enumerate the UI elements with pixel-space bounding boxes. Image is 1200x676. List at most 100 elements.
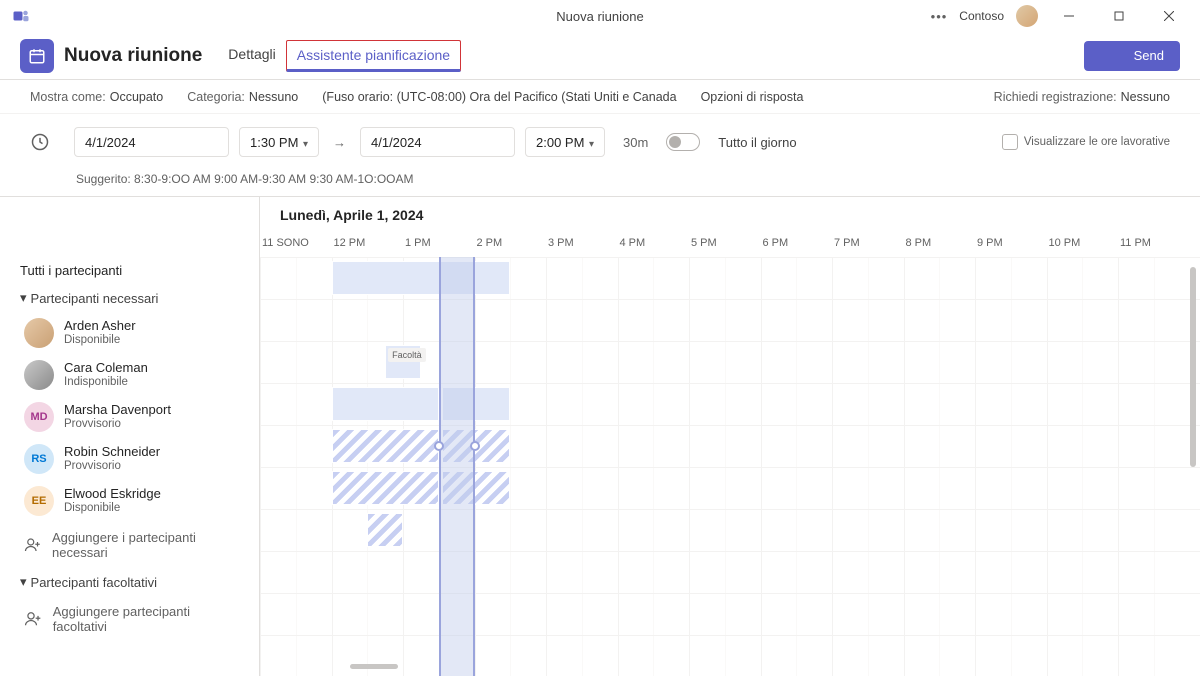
avatar [24,318,54,348]
hour-label: 3 PM [546,237,618,257]
maximize-button[interactable] [1100,2,1138,30]
tab-scheduling-assistant[interactable]: Assistente pianificazione [286,40,461,72]
attendee-info: Elwood Eskridge Disponibile [64,486,161,515]
add-person-icon [24,535,42,555]
timezone-option[interactable]: (Fuso orario: (UTC-08:00) Ora del Pacifi… [322,90,676,104]
send-button[interactable]: Send [1084,41,1180,71]
arrow-right-icon: → [333,135,346,150]
titlebar: Nuova riunione ••• Contoso [0,0,1200,32]
attendee-status: Disponibile [64,334,136,348]
avatar: RS [24,444,54,474]
hour-label: 5 PM [689,237,761,257]
hour-label: 4 PM [618,237,690,257]
category-option[interactable]: Categoria: Nessuno [187,90,298,104]
attendee-status: Provvisorio [64,418,171,432]
attendee-name: Elwood Eskridge [64,486,161,502]
add-optional-attendee[interactable]: Aggiungere partecipanti facoltativi [0,596,259,642]
busy-block: Facoltà [385,345,421,379]
attendee-name: Arden Asher [64,318,136,334]
hour-label: 11 SONO [260,237,332,257]
avatar [24,360,54,390]
start-date-input[interactable]: 4/1/2024 [74,127,229,157]
day-label: Lunedì, Aprile 1, 2024 [280,207,423,223]
tentative-block [332,429,439,463]
hour-label: 8 PM [904,237,976,257]
attendee-info: Marsha Davenport Provvisorio [64,402,171,431]
hour-label: 10 PM [1047,237,1119,257]
hour-label: 7 PM [832,237,904,257]
tenant-label: Contoso [959,9,1004,23]
close-button[interactable] [1150,2,1188,30]
tabs: Dettagli Assistente pianificazione [218,32,461,79]
attendee-row[interactable]: RS Robin Schneider Provvisorio [0,438,259,480]
hour-label: 6 PM [761,237,833,257]
attendee-row[interactable]: MD Marsha Davenport Provvisorio [0,396,259,438]
page-title: Nuova riunione [64,45,202,67]
duration-label: 30m [623,135,648,150]
add-person-icon [24,609,43,629]
add-required-attendee[interactable]: Aggiungere i partecipanti necessari [0,522,259,568]
horizontal-scrollbar[interactable] [350,664,398,669]
datetime-row: 4/1/2024 1:30 PM → 4/1/2024 2:00 PM 30m … [0,114,1200,170]
tentative-block [367,513,403,547]
chevron-down-icon [589,135,594,150]
tab-details[interactable]: Dettagli [218,32,285,79]
chevron-down-icon: ▾ [20,574,27,590]
vertical-scrollbar[interactable] [1190,257,1198,676]
work-hours-option[interactable]: Visualizzare le ore lavorative [1002,134,1170,150]
busy-block [332,387,439,421]
schedule-area: Tutti i partecipanti ▾ Partecipanti nece… [0,197,1200,676]
timeline[interactable]: Lunedì, Aprile 1, 2024 11 SONO12 PM1 PM2… [260,197,1200,676]
scrollbar-thumb[interactable] [1190,267,1196,467]
event-label: Facoltà [388,348,426,362]
avatar: MD [24,402,54,432]
tentative-block [332,471,439,505]
attendee-name: Robin Schneider [64,444,160,460]
required-attendees-header[interactable]: ▾ Partecipanti necessari [0,284,259,312]
clock-icon [30,132,50,152]
all-attendees-header: Tutti i partecipanti [0,257,259,284]
hour-label: 11 PM [1118,237,1190,257]
optional-attendees-header[interactable]: ▾ Partecipanti facoltativi [0,568,259,596]
time-selection[interactable] [439,257,475,676]
attendee-status: Indisponibile [64,376,148,390]
availability-grid[interactable]: Facoltà [260,257,1200,676]
attendee-name: Marsha Davenport [64,402,171,418]
hour-label: 9 PM [975,237,1047,257]
attendee-info: Robin Schneider Provvisorio [64,444,160,473]
hour-label: 1 PM [403,237,475,257]
request-recording-option[interactable]: Richiedi registrazione: Nessuno [994,90,1170,104]
attendee-info: Cara Coleman Indisponibile [64,360,148,389]
meeting-options-bar: Mostra come: Occupato Categoria: Nessuno… [0,80,1200,114]
start-time-input[interactable]: 1:30 PM [239,127,319,157]
attendee-row[interactable]: EE Elwood Eskridge Disponibile [0,480,259,522]
page-header: Nuova riunione Dettagli Assistente piani… [0,32,1200,80]
all-day-label: Tutto il giorno [718,135,796,150]
hour-label: 2 PM [475,237,547,257]
minimize-button[interactable] [1050,2,1088,30]
more-icon[interactable]: ••• [931,9,948,24]
attendee-row[interactable]: Cara Coleman Indisponibile [0,354,259,396]
hour-label: 12 PM [332,237,404,257]
suggested-times: Suggerito: 8:30-9:OO AM 9:00 AM-9:30 AM … [0,170,1200,197]
show-as-option[interactable]: Mostra come: Occupato [30,90,163,104]
end-date-input[interactable]: 4/1/2024 [360,127,515,157]
work-hours-checkbox[interactable] [1002,134,1018,150]
all-day-toggle[interactable] [666,133,700,151]
chevron-down-icon: ▾ [20,290,27,306]
calendar-icon [20,39,54,73]
attendee-row[interactable]: Arden Asher Disponibile [0,312,259,354]
hour-header: 11 SONO12 PM1 PM2 PM3 PM4 PM5 PM6 PM7 PM… [260,237,1200,257]
attendee-info: Arden Asher Disponibile [64,318,136,347]
user-avatar[interactable] [1016,5,1038,27]
attendee-list: Tutti i partecipanti ▾ Partecipanti nece… [0,197,260,676]
attendee-status: Disponibile [64,502,161,516]
avatar: EE [24,486,54,516]
attendee-name: Cara Coleman [64,360,148,376]
selection-handle-start[interactable] [434,441,444,451]
end-time-input[interactable]: 2:00 PM [525,127,605,157]
attendee-status: Provvisorio [64,460,160,474]
response-options[interactable]: Opzioni di risposta [701,90,804,104]
busy-block [332,261,511,295]
selection-handle-end[interactable] [470,441,480,451]
